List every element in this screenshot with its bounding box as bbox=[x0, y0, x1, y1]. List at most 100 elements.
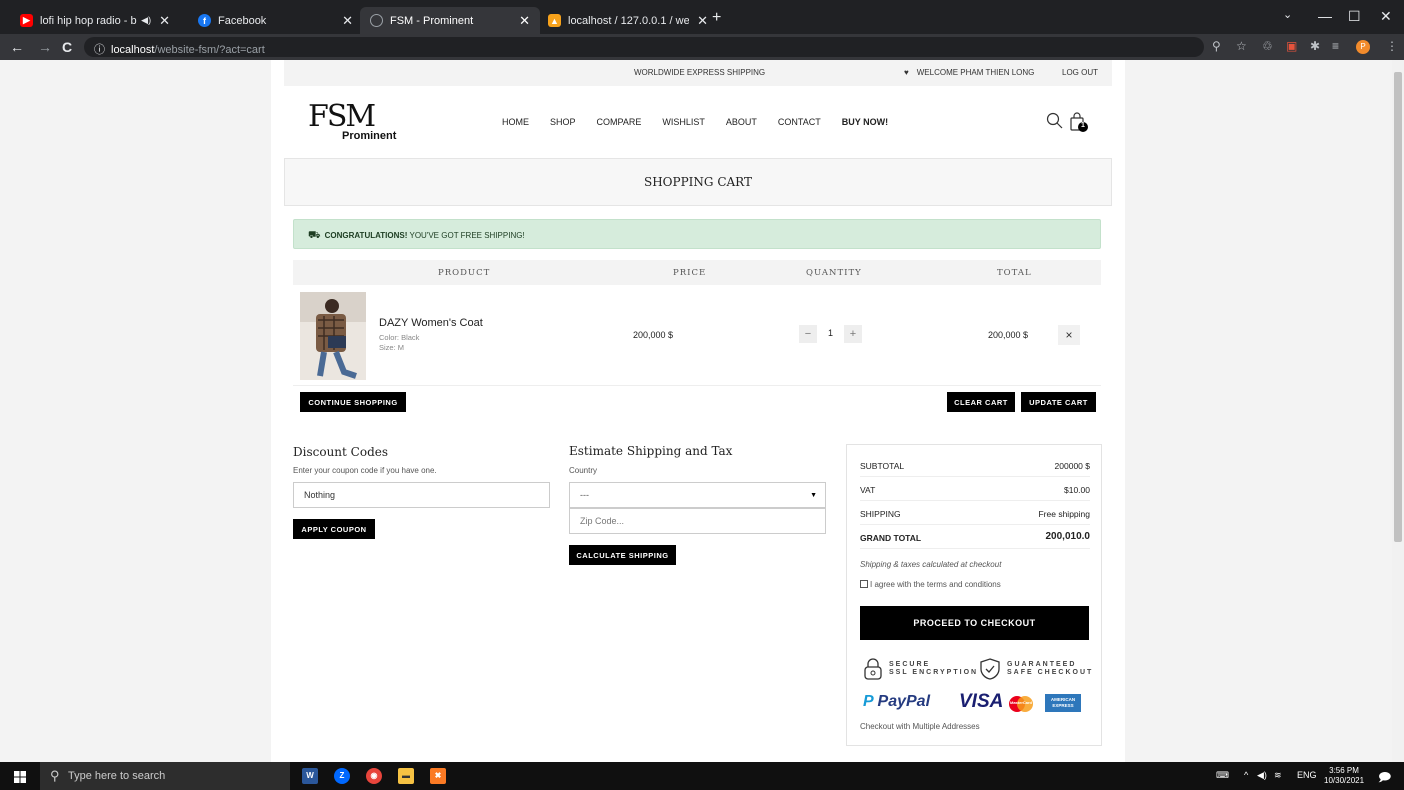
menu-buy-now[interactable]: BUY NOW! bbox=[842, 117, 888, 127]
terms-row: I agree with the terms and conditions bbox=[860, 580, 1001, 589]
info-icon[interactable]: ⓘ bbox=[94, 44, 105, 56]
site-logo[interactable]: FSM Prominent bbox=[308, 102, 408, 152]
summary-label: VAT bbox=[860, 485, 876, 495]
zoom-icon[interactable]: ⚲ bbox=[1212, 39, 1221, 53]
tab-search-icon[interactable]: ⌄ bbox=[1283, 8, 1292, 21]
quantity-increase-button[interactable]: + bbox=[844, 325, 862, 343]
apply-coupon-button[interactable]: APPLY COUPON bbox=[293, 519, 375, 539]
reading-list-icon[interactable]: ≡ bbox=[1332, 39, 1339, 53]
visa-logo: VISA bbox=[959, 691, 1004, 712]
tab-facebook[interactable]: f Facebook ✕ bbox=[188, 7, 363, 34]
quantity-value[interactable]: 1 bbox=[828, 328, 833, 338]
proceed-checkout-button[interactable]: PROCEED TO CHECKOUT bbox=[860, 606, 1089, 640]
grand-total-value: 200,010.0 bbox=[1045, 531, 1091, 542]
browser-tab-bar: ▶ lofi hip hop radio - beats to ◀) ✕ f F… bbox=[0, 0, 1404, 34]
table-row: DAZY Women's Coat Color: Black Size: M 2… bbox=[293, 285, 1101, 386]
search-icon[interactable] bbox=[1046, 112, 1064, 130]
menu-wishlist[interactable]: WISHLIST bbox=[662, 117, 705, 127]
summary-label: SUBTOTAL bbox=[860, 461, 905, 471]
bookmark-star-icon[interactable]: ☆ bbox=[1236, 39, 1247, 53]
logout-link[interactable]: LOG OUT bbox=[1062, 68, 1098, 77]
taskbar-search[interactable]: ⚲ Type here to search bbox=[40, 762, 290, 790]
close-tab-icon[interactable]: ✕ bbox=[342, 13, 353, 29]
speaker-icon[interactable]: ◀) bbox=[141, 15, 151, 26]
congrats-bold: CONGRATULATIONS! bbox=[324, 231, 408, 240]
country-select[interactable]: --- ▼ bbox=[569, 482, 826, 508]
extension-icon[interactable]: ▣ bbox=[1286, 39, 1297, 53]
coupon-input[interactable]: Nothing bbox=[293, 482, 550, 508]
page-scrollbar[interactable] bbox=[1392, 60, 1404, 762]
tab-label: Facebook bbox=[218, 14, 267, 27]
close-tab-icon[interactable]: ✕ bbox=[159, 13, 170, 29]
clear-cart-button[interactable]: CLEAR CART bbox=[947, 392, 1015, 412]
maximize-button[interactable]: ☐ bbox=[1348, 8, 1361, 25]
free-shipping-alert: ⛟ CONGRATULATIONS! YOU'VE GOT FREE SHIPPI… bbox=[293, 219, 1101, 249]
product-image[interactable] bbox=[300, 292, 366, 380]
address-bar-row: ← → C ⓘ localhost/website-fsm/?act=cart ⚲… bbox=[0, 34, 1404, 60]
clock[interactable]: 3:56 PM 10/30/2021 bbox=[1324, 766, 1364, 786]
menu-about[interactable]: ABOUT bbox=[726, 117, 757, 127]
menu-dots-icon[interactable]: ⋮ bbox=[1386, 39, 1398, 53]
cart-count-badge: 1 bbox=[1081, 122, 1085, 129]
terms-checkbox[interactable] bbox=[860, 580, 868, 588]
summary-value: 200000 $ bbox=[1054, 461, 1090, 471]
zip-code-input[interactable]: Zip Code... bbox=[569, 508, 826, 534]
file-explorer-icon[interactable]: ▬ bbox=[398, 768, 414, 784]
discount-title: Discount Codes bbox=[293, 445, 389, 459]
terms-label[interactable]: I agree with the terms and conditions bbox=[870, 580, 1001, 589]
back-icon[interactable]: ← bbox=[10, 39, 24, 55]
extension-icon[interactable]: ♲ bbox=[1262, 39, 1273, 53]
tab-youtube[interactable]: ▶ lofi hip hop radio - beats to ◀) ✕ bbox=[10, 7, 180, 34]
close-tab-icon[interactable]: ✕ bbox=[519, 13, 530, 29]
avatar[interactable]: P bbox=[1356, 40, 1370, 54]
notification-icon[interactable]: 🗩 bbox=[1378, 768, 1391, 789]
cart-icon[interactable]: 1 bbox=[1068, 112, 1090, 134]
quantity-decrease-button[interactable]: − bbox=[799, 325, 817, 343]
close-tab-icon[interactable]: ✕ bbox=[697, 13, 708, 29]
menu-home[interactable]: HOME bbox=[502, 117, 529, 127]
cart-summary: SUBTOTAL 200000 $ VAT $10.00 SHIPPING Free … bbox=[846, 444, 1102, 746]
summary-row-vat: VAT $10.00 bbox=[860, 477, 1090, 501]
product-name[interactable]: DAZY Women's Coat bbox=[379, 317, 483, 329]
menu-shop[interactable]: SHOP bbox=[550, 117, 576, 127]
header-total: TOTAL bbox=[997, 268, 1032, 278]
reload-icon[interactable]: C bbox=[62, 39, 72, 55]
zalo-icon[interactable]: Z bbox=[334, 768, 350, 784]
tab-label: lofi hip hop radio - beats to bbox=[40, 14, 137, 27]
scrollbar-thumb[interactable] bbox=[1394, 72, 1402, 542]
continue-shopping-button[interactable]: CONTINUE SHOPPING bbox=[300, 392, 406, 412]
menu-contact[interactable]: CONTACT bbox=[778, 117, 821, 127]
page-title: SHOPPING CART bbox=[284, 158, 1112, 206]
new-tab-button[interactable]: + bbox=[712, 9, 721, 27]
volume-icon[interactable]: ◀) bbox=[1257, 770, 1267, 781]
remove-item-button[interactable]: × bbox=[1058, 325, 1080, 345]
menu-compare[interactable]: COMPARE bbox=[597, 117, 642, 127]
tab-phpmyadmin[interactable]: ▲ localhost / 127.0.0.1 / websitefsm ✕ bbox=[538, 7, 718, 34]
chrome-icon[interactable]: ◉ bbox=[366, 768, 382, 784]
minimize-button[interactable]: — bbox=[1318, 8, 1332, 24]
language-indicator[interactable]: ENG bbox=[1297, 770, 1317, 780]
windows-start-icon[interactable] bbox=[14, 770, 26, 783]
header-quantity: QUANTITY bbox=[806, 268, 862, 278]
word-icon[interactable]: W bbox=[302, 768, 318, 784]
forward-icon[interactable]: → bbox=[38, 39, 52, 55]
caret-down-icon: ▼ bbox=[810, 491, 817, 499]
paypal-logo: P PayPal bbox=[863, 693, 930, 711]
url-input[interactable]: ⓘ localhost/website-fsm/?act=cart bbox=[84, 37, 1204, 57]
wifi-icon[interactable]: ≋ bbox=[1274, 770, 1282, 781]
multi-address-link[interactable]: Checkout with Multiple Addresses bbox=[860, 722, 980, 731]
lock-icon bbox=[864, 658, 882, 680]
tab-fsm[interactable]: FSM - Prominent ✕ bbox=[360, 7, 540, 34]
keyboard-icon[interactable]: ⌨ bbox=[1216, 770, 1229, 781]
puzzle-icon[interactable]: ✱ bbox=[1310, 39, 1320, 53]
close-window-button[interactable]: ✕ bbox=[1380, 8, 1392, 25]
summary-value: Free shipping bbox=[1038, 509, 1090, 519]
update-cart-button[interactable]: UPDATE CART bbox=[1021, 392, 1096, 412]
calculate-shipping-button[interactable]: CALCULATE SHIPPING bbox=[569, 545, 676, 565]
xampp-icon[interactable]: ✖ bbox=[430, 768, 446, 784]
os-taskbar: ⚲ Type here to search W Z ◉ ▬ ✖ ⌨ ^ ◀) ≋ … bbox=[0, 762, 1404, 790]
amex-line2: EXPRESS bbox=[1052, 703, 1074, 708]
summary-value: $10.00 bbox=[1064, 485, 1090, 495]
tray-chevron-icon[interactable]: ^ bbox=[1244, 770, 1248, 780]
summary-row-subtotal: SUBTOTAL 200000 $ bbox=[860, 453, 1090, 477]
